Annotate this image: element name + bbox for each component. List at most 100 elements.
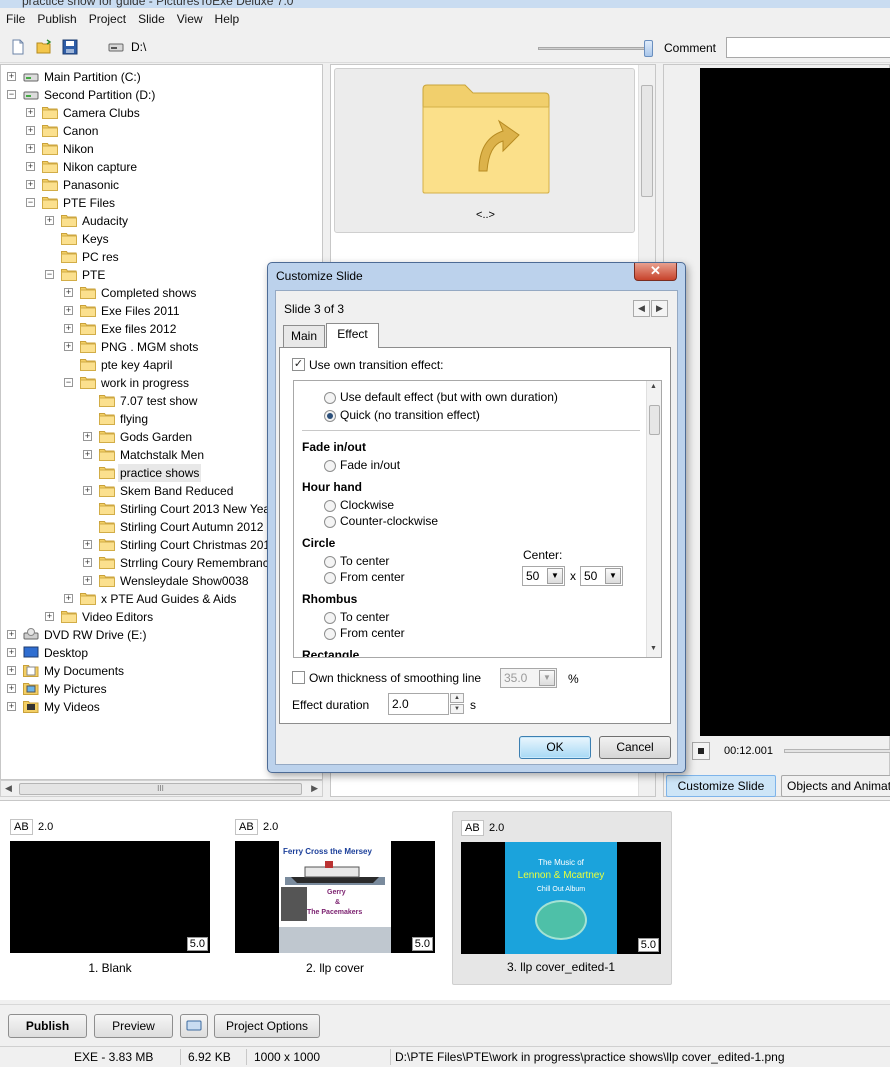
transition-effect-badge[interactable]: AB: [10, 819, 33, 835]
tree-horizontal-scrollbar[interactable]: ◀ III ▶: [0, 780, 323, 797]
tab-effect[interactable]: Effect: [326, 323, 379, 348]
expand-icon[interactable]: +: [7, 684, 16, 693]
expand-icon[interactable]: +: [26, 144, 35, 153]
chevron-down-icon[interactable]: ▼: [605, 568, 621, 584]
scroll-right-icon[interactable]: ▶: [311, 783, 318, 794]
menu-project[interactable]: Project: [83, 12, 132, 26]
menu-publish[interactable]: Publish: [31, 12, 82, 26]
slide-duration[interactable]: 5.0: [637, 938, 659, 952]
menu-help[interactable]: Help: [209, 12, 246, 26]
expand-icon[interactable]: +: [7, 72, 16, 81]
project-options-button[interactable]: Project Options: [214, 1014, 320, 1038]
slide-thumbnail[interactable]: AB 2.0 Ferry Cross the Mersey Gerry & Th…: [235, 813, 449, 983]
expand-icon[interactable]: +: [26, 126, 35, 135]
slide-thumbnail-selected[interactable]: AB 2.0 The Music of Lennon & Mcartney Ch…: [452, 811, 672, 985]
preview-seek-bar[interactable]: [784, 749, 890, 753]
scrollbar-thumb[interactable]: [649, 405, 660, 435]
effect-list-scrollbar[interactable]: ▲ ▼: [646, 381, 661, 657]
close-button[interactable]: ✕: [634, 263, 677, 281]
tree-item[interactable]: Keys: [1, 230, 322, 248]
radio-quick[interactable]: [324, 410, 336, 422]
objects-animation-button[interactable]: Objects and Animation: [781, 775, 890, 797]
zoom-slider[interactable]: [538, 47, 648, 50]
expand-icon[interactable]: +: [83, 576, 92, 585]
expand-icon[interactable]: +: [83, 558, 92, 567]
preview-button[interactable]: Preview: [94, 1014, 173, 1038]
parent-folder-item[interactable]: <..>: [334, 68, 635, 233]
transition-effect-badge[interactable]: AB: [235, 819, 258, 835]
slide-duration[interactable]: 5.0: [186, 937, 208, 951]
comment-input[interactable]: [726, 37, 890, 58]
radio-fade[interactable]: [324, 460, 336, 472]
publish-button[interactable]: Publish: [8, 1014, 87, 1038]
transition-effect-badge[interactable]: AB: [461, 820, 484, 836]
expand-icon[interactable]: +: [83, 540, 92, 549]
effect-duration-input[interactable]: 2.0 ▲ ▼: [388, 693, 464, 715]
expand-icon[interactable]: +: [83, 432, 92, 441]
center-y-select[interactable]: 50 ▼: [580, 566, 623, 586]
radio-rhombus-to-center[interactable]: [324, 612, 336, 624]
scrollbar-thumb[interactable]: [641, 85, 653, 197]
collapse-icon[interactable]: −: [45, 270, 54, 279]
stop-button[interactable]: [692, 742, 710, 760]
open-folder-icon[interactable]: [36, 39, 52, 55]
scroll-down-icon[interactable]: ▼: [650, 645, 657, 652]
expand-icon[interactable]: +: [7, 666, 16, 675]
tree-item[interactable]: + Nikon: [1, 140, 322, 158]
save-icon[interactable]: [62, 39, 78, 55]
radio-clockwise[interactable]: [324, 500, 336, 512]
menu-view[interactable]: View: [171, 12, 209, 26]
tree-item[interactable]: + Main Partition (C:): [1, 68, 322, 86]
own-thickness-checkbox[interactable]: [292, 671, 305, 684]
expand-icon[interactable]: +: [26, 180, 35, 189]
slide-duration[interactable]: 5.0: [411, 937, 433, 951]
scroll-left-icon[interactable]: ◀: [5, 783, 12, 794]
expand-icon[interactable]: +: [7, 702, 16, 711]
center-x-select[interactable]: 50 ▼: [522, 566, 565, 586]
radio-rhombus-from-center[interactable]: [324, 628, 336, 640]
scrollbar-thumb[interactable]: III: [19, 783, 302, 795]
radio-counter-clockwise[interactable]: [324, 516, 336, 528]
collapse-icon[interactable]: −: [26, 198, 35, 207]
radio-default-effect[interactable]: [324, 392, 336, 404]
expand-icon[interactable]: +: [83, 486, 92, 495]
expand-icon[interactable]: +: [7, 648, 16, 657]
radio-circle-from-center[interactable]: [324, 572, 336, 584]
collapse-icon[interactable]: −: [64, 378, 73, 387]
slide-thumbnail[interactable]: AB 2.0 5.0 1. Blank: [10, 813, 224, 983]
tree-item[interactable]: + Panasonic: [1, 176, 322, 194]
zoom-slider-thumb[interactable]: [644, 40, 653, 57]
expand-icon[interactable]: +: [26, 162, 35, 171]
tree-item[interactable]: + Canon: [1, 122, 322, 140]
expand-icon[interactable]: +: [83, 450, 92, 459]
expand-icon[interactable]: +: [64, 594, 73, 603]
expand-icon[interactable]: +: [64, 324, 73, 333]
tree-item[interactable]: + Audacity: [1, 212, 322, 230]
expand-icon[interactable]: +: [64, 288, 73, 297]
expand-icon[interactable]: +: [7, 630, 16, 639]
expand-icon[interactable]: +: [45, 216, 54, 225]
spin-down-icon[interactable]: ▼: [450, 704, 464, 714]
new-file-icon[interactable]: [10, 39, 26, 55]
screen-toggle-button[interactable]: [180, 1014, 208, 1038]
tree-item[interactable]: − Second Partition (D:): [1, 86, 322, 104]
thickness-select[interactable]: 35.0 ▼: [500, 668, 557, 688]
radio-circle-to-center[interactable]: [324, 556, 336, 568]
chevron-down-icon[interactable]: ▼: [539, 670, 555, 686]
tree-item[interactable]: − PTE Files: [1, 194, 322, 212]
expand-icon[interactable]: +: [64, 342, 73, 351]
menu-file[interactable]: File: [0, 12, 31, 26]
tree-item[interactable]: + Camera Clubs: [1, 104, 322, 122]
cancel-button[interactable]: Cancel: [599, 736, 671, 759]
collapse-icon[interactable]: −: [7, 90, 16, 99]
use-own-effect-checkbox[interactable]: ✓: [292, 358, 305, 371]
ok-button[interactable]: OK: [519, 736, 591, 759]
tab-main[interactable]: Main: [283, 325, 325, 347]
tree-item[interactable]: + Nikon capture: [1, 158, 322, 176]
expand-icon[interactable]: +: [45, 612, 54, 621]
expand-icon[interactable]: +: [64, 306, 73, 315]
scroll-up-icon[interactable]: ▲: [650, 383, 657, 390]
expand-icon[interactable]: +: [26, 108, 35, 117]
chevron-down-icon[interactable]: ▼: [547, 568, 563, 584]
menu-slide[interactable]: Slide: [132, 12, 171, 26]
